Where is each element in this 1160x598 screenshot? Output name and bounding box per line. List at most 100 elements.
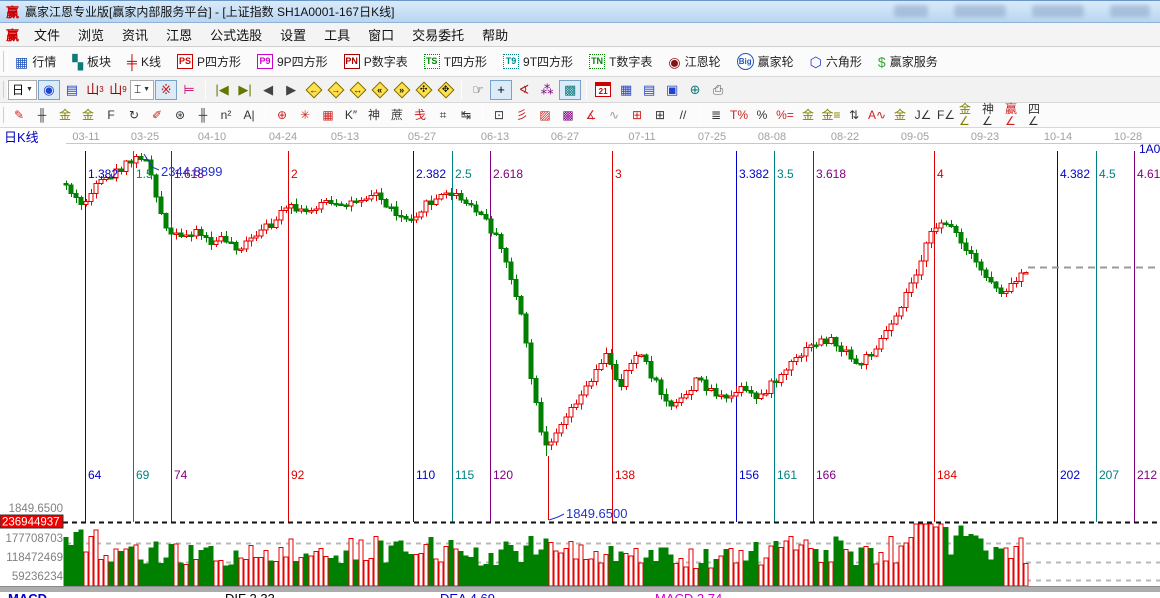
draw-tool-text-label[interactable]: A| bbox=[238, 105, 260, 125]
draw-tool-t-percent[interactable]: T% bbox=[728, 105, 750, 125]
info-panel-button[interactable]: ▤ bbox=[61, 80, 83, 100]
toolbar-button-winner-wheel[interactable]: Big赢家轮 bbox=[730, 50, 801, 73]
chart-area[interactable]: 日K线1A003-1103-2504-1004-2405-1305-2706-1… bbox=[0, 128, 1160, 598]
toolbar-button-sectors[interactable]: ▚板块 bbox=[65, 50, 118, 73]
draw-tool-angle-rays[interactable]: ∡ bbox=[580, 105, 602, 125]
menu-item-0[interactable]: 文件 bbox=[25, 23, 69, 46]
first-bar-button[interactable]: |◀ bbox=[211, 80, 233, 100]
print-button[interactable]: ⎙ bbox=[707, 80, 729, 100]
menu-item-8[interactable]: 交易委托 bbox=[403, 23, 473, 46]
hand-tool-button[interactable]: ☞ bbox=[467, 80, 489, 100]
calculator-button[interactable]: ▦ bbox=[615, 80, 637, 100]
draw-tool-jian-mark[interactable]: 戋 bbox=[409, 105, 431, 125]
draw-tool-gann-circle[interactable]: ⊕ bbox=[271, 105, 293, 125]
teal-pattern-tool-button[interactable]: ▩ bbox=[559, 80, 581, 100]
draw-tool-four-angle[interactable]: 四∠ bbox=[1027, 105, 1049, 125]
save-button[interactable]: ▣ bbox=[661, 80, 683, 100]
draw-tool-gold-underline[interactable]: 金 bbox=[889, 105, 911, 125]
draw-tool-square-handles[interactable]: ⊡ bbox=[488, 105, 510, 125]
draw-tool-j-angle[interactable]: J∠ bbox=[912, 105, 934, 125]
draw-tool-spiral[interactable]: ↻ bbox=[123, 105, 145, 125]
draw-tool-pencil-grid[interactable]: ✐ bbox=[146, 105, 168, 125]
menu-item-6[interactable]: 工具 bbox=[315, 23, 359, 46]
network-button[interactable]: ⊕ bbox=[684, 80, 706, 100]
toolbar-button-t-number-table[interactable]: TNT数字表 bbox=[582, 50, 659, 73]
page-left-button[interactable]: ◀ bbox=[257, 80, 279, 100]
toolbar-button-gann-wheel[interactable]: ◉江恩轮 bbox=[661, 50, 727, 73]
toolbar-button-p-number-table[interactable]: PNP数字表 bbox=[337, 50, 415, 73]
draw-tool-gold-angle[interactable]: 金∠ bbox=[958, 105, 980, 125]
draw-tool-gann-comb[interactable]: ╫ bbox=[31, 105, 53, 125]
draw-tool-gann-square[interactable]: ▦ bbox=[317, 105, 339, 125]
draw-tool-percent[interactable]: % bbox=[751, 105, 773, 125]
compress-right-button[interactable]: » bbox=[391, 80, 412, 100]
toolbar-button-9t-square[interactable]: T99T四方形 bbox=[496, 50, 580, 73]
menu-item-7[interactable]: 窗口 bbox=[359, 23, 403, 46]
draw-tool-dot-grid[interactable]: ⊞ bbox=[626, 105, 648, 125]
draw-tool-grid-arrow[interactable]: ⊞ bbox=[649, 105, 671, 125]
page-right-button[interactable]: ▶ bbox=[280, 80, 302, 100]
notepad-button[interactable]: ▤ bbox=[638, 80, 660, 100]
kline-icon: ╪ bbox=[127, 55, 137, 69]
histogram-tool-button[interactable]: ⊨ bbox=[178, 80, 200, 100]
crosshair-tool-button[interactable]: + bbox=[490, 80, 512, 100]
draw-tool-ray-square[interactable]: ▩ bbox=[557, 105, 579, 125]
draw-tool-parallel-lines[interactable]: // bbox=[672, 105, 694, 125]
draw-tool-fibonacci-grid[interactable]: F bbox=[100, 105, 122, 125]
draw-tool-grid-123[interactable]: ⌗ bbox=[432, 105, 454, 125]
toolbar-button-t-square[interactable]: TST四方形 bbox=[417, 50, 494, 73]
red-pattern-tool-button[interactable]: ※ bbox=[155, 80, 177, 100]
draw-tool-degree-circle[interactable]: ⊛ bbox=[169, 105, 191, 125]
fit-view-button[interactable]: ✥ bbox=[435, 80, 456, 100]
period-selector[interactable]: 日▼ bbox=[8, 80, 37, 100]
draw-tool-percent-levels[interactable]: %= bbox=[774, 105, 796, 125]
last-bar-button[interactable]: ▶| bbox=[234, 80, 256, 100]
region-select-tool-button[interactable]: ◉ bbox=[38, 80, 60, 100]
draw-tool-zhe-grid[interactable]: 蔗 bbox=[386, 105, 408, 125]
draw-tool-k-mark[interactable]: K″ bbox=[340, 105, 362, 125]
menu-item-3[interactable]: 江恩 bbox=[157, 23, 201, 46]
gann-net-tool-button[interactable]: ⁂ bbox=[536, 80, 558, 100]
kline-chart[interactable]: 日K线1A003-1103-2504-1004-2405-1305-2706-1… bbox=[0, 128, 1160, 598]
draw-tool-pencil[interactable]: ✎ bbox=[8, 105, 30, 125]
draw-tool-gold-levels[interactable]: 金≡ bbox=[820, 105, 842, 125]
draw-tool-comb-2[interactable]: ╫ bbox=[192, 105, 214, 125]
draw-tool-gold-grid-1[interactable]: 金 bbox=[54, 105, 76, 125]
draw-tool-updown-pen[interactable]: ⇅ bbox=[843, 105, 865, 125]
menu-item-9[interactable]: 帮助 bbox=[473, 23, 517, 46]
measure-tool-button[interactable]: ∢ bbox=[513, 80, 535, 100]
menu-item-1[interactable]: 浏览 bbox=[69, 23, 113, 46]
shift-right-button[interactable]: → bbox=[325, 80, 346, 100]
menu-item-5[interactable]: 设置 bbox=[271, 23, 315, 46]
draw-tool-levels[interactable]: ≣ bbox=[705, 105, 727, 125]
menu-item-2[interactable]: 资讯 bbox=[113, 23, 157, 46]
bars-3-button[interactable]: 山3 bbox=[84, 80, 106, 100]
draw-tool-f-angle[interactable]: F∠ bbox=[935, 105, 957, 125]
draw-tool-wave[interactable]: ∿ bbox=[603, 105, 625, 125]
draw-tool-fan-rays[interactable]: 彡 bbox=[511, 105, 533, 125]
toolbar-button-winner-service[interactable]: $赢家服务 bbox=[871, 50, 945, 73]
draw-tool-shen-angle[interactable]: 神∠ bbox=[981, 105, 1003, 125]
calendar-button[interactable]: 21 bbox=[592, 80, 614, 100]
draw-tool-gold-grid-2[interactable]: 金 bbox=[77, 105, 99, 125]
expand-scale-button[interactable]: ↔ bbox=[347, 80, 368, 100]
compress-left-button[interactable]: « bbox=[369, 80, 390, 100]
menu-item-4[interactable]: 公式选股 bbox=[201, 23, 271, 46]
draw-tool-diag-square[interactable]: ▨ bbox=[534, 105, 556, 125]
toolbar-button-9p-square[interactable]: P99P四方形 bbox=[250, 50, 335, 73]
draw-tool-width-marker[interactable]: ↹ bbox=[455, 105, 477, 125]
candle-style-selector[interactable]: ⌶▼ bbox=[130, 80, 154, 100]
toolbar-button-p-square[interactable]: PSP四方形 bbox=[170, 50, 248, 73]
toolbar-button-quotes[interactable]: ▦行情 bbox=[8, 50, 63, 73]
shift-left-button[interactable]: ← bbox=[303, 80, 324, 100]
toolbar-button-hexagon[interactable]: ⬡六角形 bbox=[803, 50, 869, 73]
bars-9-button[interactable]: 山9 bbox=[107, 80, 129, 100]
draw-tool-n-square[interactable]: n² bbox=[215, 105, 237, 125]
toolbar-button-kline[interactable]: ╪K线 bbox=[120, 50, 168, 73]
draw-tool-gann-star[interactable]: ✳ bbox=[294, 105, 316, 125]
draw-tool-win-angle[interactable]: 赢∠ bbox=[1004, 105, 1026, 125]
draw-tool-a-wave[interactable]: A∿ bbox=[866, 105, 888, 125]
center-view-button[interactable]: ✣ bbox=[413, 80, 434, 100]
draw-tool-gold-circle[interactable]: 金 bbox=[797, 105, 819, 125]
draw-tool-shen-grid[interactable]: 神 bbox=[363, 105, 385, 125]
